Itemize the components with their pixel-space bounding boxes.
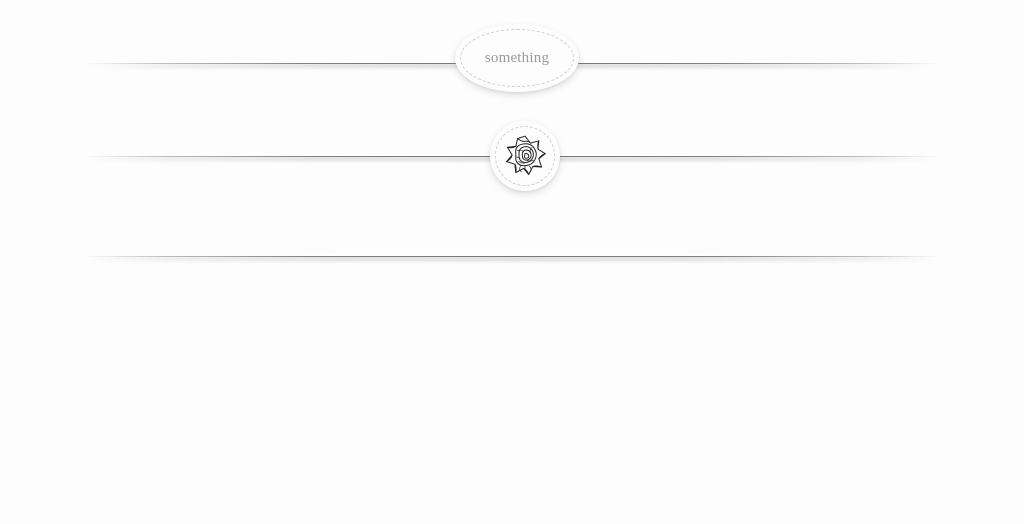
page-canvas: something xyxy=(0,0,1024,524)
rose-badge-dashed-ring xyxy=(495,126,555,186)
rose-badge[interactable] xyxy=(490,121,560,191)
label-badge-dashed-ring: something xyxy=(460,29,574,87)
label-badge[interactable]: something xyxy=(455,24,579,92)
divider-row-3 xyxy=(0,254,1024,264)
divider-shadow xyxy=(84,257,940,264)
rose-icon xyxy=(506,135,546,175)
label-badge-text: something xyxy=(484,49,550,66)
